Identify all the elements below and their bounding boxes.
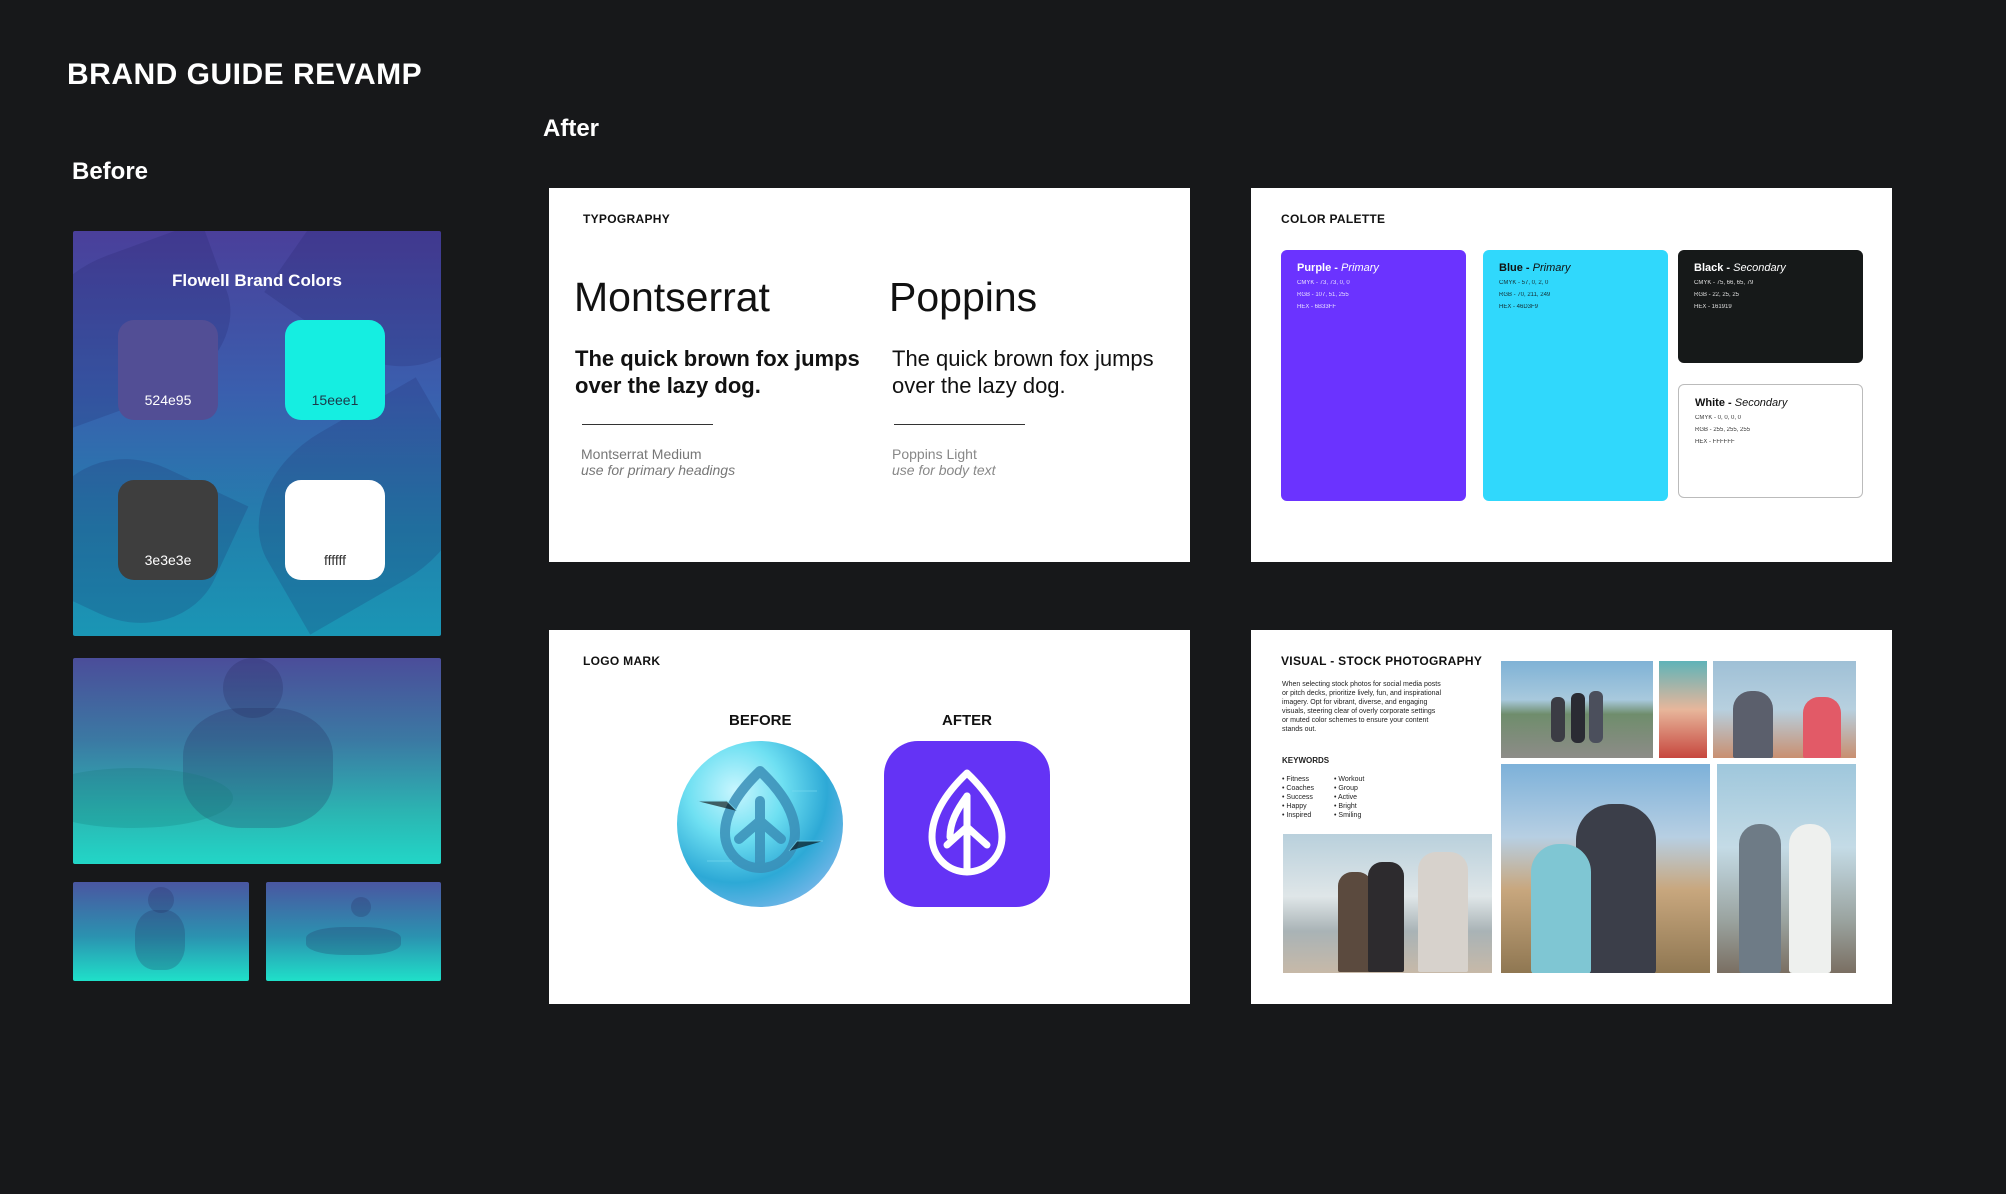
leaf-drop-icon [928,769,1006,876]
before-photo-runner [73,882,249,981]
old-logo-globe [677,741,843,907]
new-logo-app-icon [884,741,1050,907]
divider [894,424,1025,425]
after-label: After [543,115,600,142]
font-name-poppins: Poppins [889,274,1038,320]
photo-couple-smiling [1501,764,1710,973]
swatch-teal: 15eee1 [285,320,385,420]
keywords-label: KEYWORDS [1282,756,1330,765]
photo-group-seaside [1283,834,1492,973]
photo-high-five [1713,661,1856,758]
before-card-title: Flowell Brand Colors [171,271,343,290]
font-name-montserrat: Montserrat [574,274,770,320]
pangram-poppins: The quick brown fox jumps over the lazy … [892,346,1154,398]
pangram-montserrat: The quick brown fox jumps over the lazy … [575,346,860,398]
stock-label: VISUAL - STOCK PHOTOGRAPHY [1281,654,1483,668]
palette-label: COLOR PALETTE [1281,212,1386,226]
before-photo-cyclist [73,658,441,864]
font-note-montserrat: Montserrat Medium use for primary heading… [581,446,736,478]
stock-photography-slide: VISUAL - STOCK PHOTOGRAPHY When selectin… [1251,630,1892,1004]
photo-women-stretch [1659,661,1707,758]
typography-slide: TYPOGRAPHY Montserrat Poppins The quick … [549,188,1190,562]
swatch-white: ffffff [285,480,385,580]
color-card-white: White - Secondary CMYK - 0, 0, 0, 0 RGB … [1678,384,1863,498]
photo-runners-road [1501,661,1653,758]
keywords-col-2: • Workout • Group • Active • Bright • Smilin… [1334,776,1365,819]
swatch-purple: 524e95 [118,320,218,420]
leaf-drop-icon [697,766,823,873]
logo-after-label: AFTER [942,712,992,729]
logo-before-label: BEFORE [729,712,792,729]
color-palette-slide: COLOR PALETTE Purple - Primary CMYK - 73… [1251,188,1892,562]
before-label: Before [72,158,149,185]
color-card-purple: Purple - Primary CMYK - 73, 73, 0, 0 RGB… [1281,250,1466,501]
keywords-col-1: • Fitness • Coaches • Success • Happy • Insp… [1282,776,1315,819]
page-title: BRAND GUIDE REVAMP [67,58,423,91]
logo-label: LOGO MARK [583,654,661,668]
stock-description: When selecting stock photos for social m… [1282,681,1442,733]
before-brand-colors-card: Flowell Brand Colors 524e95 15eee1 3e3e3… [73,231,441,636]
typography-label: TYPOGRAPHY [583,212,671,226]
before-photo-yoga [266,882,441,981]
logo-mark-slide: LOGO MARK BEFORE AFTER [549,630,1190,1004]
color-card-blue: Blue - Primary CMYK - 57, 0, 2, 0 RGB - … [1483,250,1668,501]
swatch-dark-gray: 3e3e3e [118,480,218,580]
divider [582,424,713,425]
photo-pair-workout [1717,764,1856,973]
color-card-black: Black - Secondary CMYK - 75, 66, 65, 79 … [1678,250,1863,363]
font-note-poppins: Poppins Light use for body text [892,446,996,478]
